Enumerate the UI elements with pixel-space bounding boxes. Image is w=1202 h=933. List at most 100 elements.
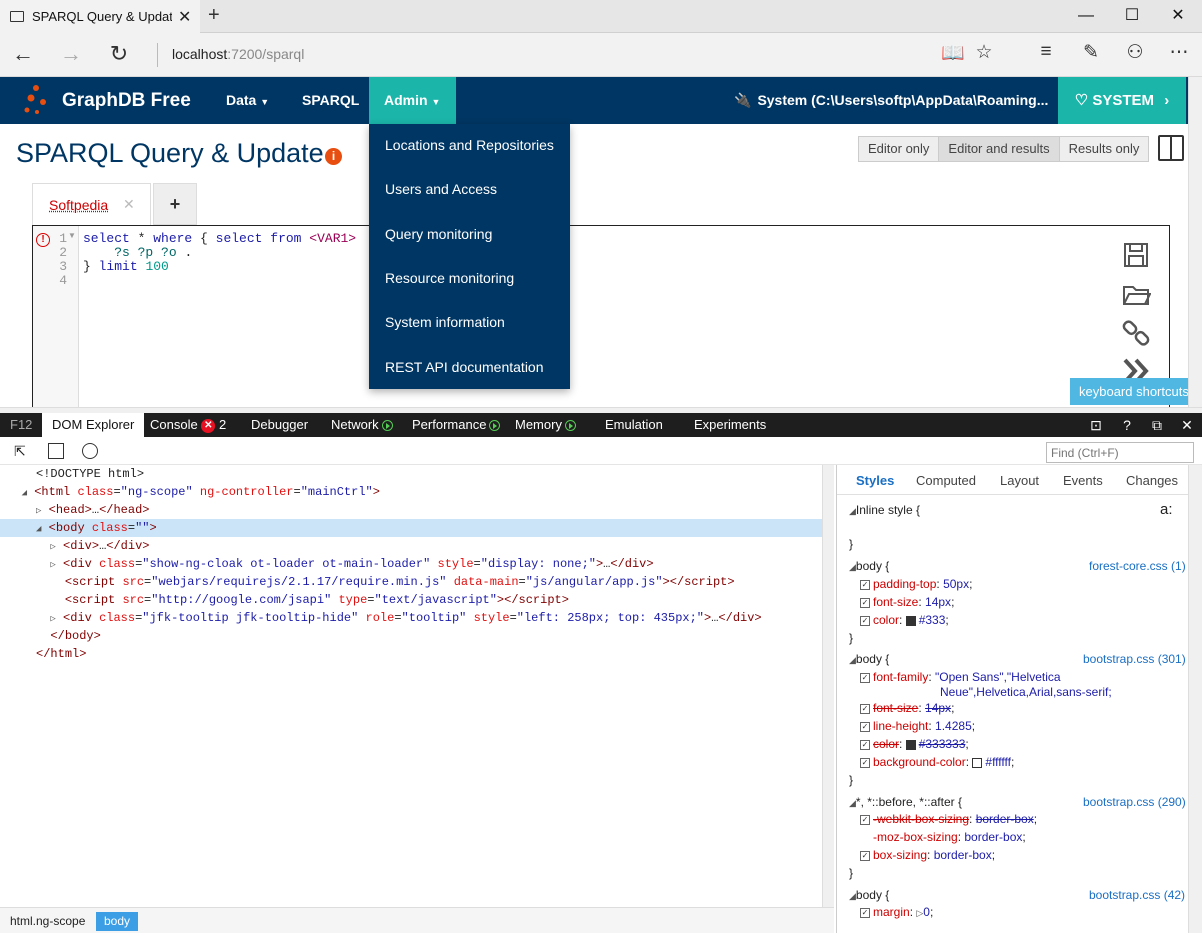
font-toggle-icon[interactable]: a:	[1160, 501, 1173, 518]
dom-node[interactable]: ▷ <div class="jfk-tooltip jfk-tooltip-hi…	[0, 609, 822, 627]
dom-node[interactable]: <script src="webjars/requirejs/2.1.17/re…	[0, 573, 822, 591]
browser-tab[interactable]: SPARQL Query & Updat ✕	[0, 0, 200, 33]
favorite-star-icon[interactable]: ☆	[969, 41, 999, 64]
tab-changes[interactable]: Changes	[1126, 473, 1178, 488]
editor-only-button[interactable]: Editor only	[859, 137, 940, 161]
tab-styles[interactable]: Styles	[856, 473, 894, 488]
menu-item-resource-monitoring[interactable]: Resource monitoring	[385, 270, 514, 286]
style-prop[interactable]: ✓ line-height: 1.4285;	[860, 719, 975, 733]
open-folder-icon[interactable]	[1121, 279, 1151, 309]
tab-console[interactable]: Console ✕ 2	[140, 413, 236, 437]
dom-node[interactable]: <script src="http://google.com/jsapi" ty…	[0, 591, 822, 609]
sparql-editor[interactable]: ! 1 ▼ 2 3 4 select * where { select from…	[32, 225, 1170, 407]
fold-arrow-icon[interactable]: ▼	[68, 231, 76, 240]
close-devtools-icon[interactable]: ✕	[1172, 413, 1202, 437]
web-note-icon[interactable]: ✎	[1076, 41, 1106, 64]
rule-selector[interactable]: ◢body {	[849, 652, 889, 666]
query-tab[interactable]: Softpedia ✕	[32, 183, 151, 225]
console-toggle-icon[interactable]: ⊡	[1081, 413, 1111, 437]
tab-layout[interactable]: Layout	[1000, 473, 1039, 488]
style-prop[interactable]: ✓ background-color: #ffffff;	[860, 755, 1014, 769]
dom-node-selected[interactable]: ◢ <body class="">	[0, 519, 822, 537]
page-scrollbar[interactable]	[1188, 77, 1202, 407]
tab-memory[interactable]: Memory	[505, 413, 586, 437]
brand-name[interactable]: GraphDB Free	[62, 90, 191, 112]
results-only-button[interactable]: Results only	[1059, 137, 1149, 161]
style-prop[interactable]: ✓ color: #333;	[860, 613, 949, 627]
menu-item-users[interactable]: Users and Access	[385, 181, 497, 197]
info-icon[interactable]: i	[325, 148, 342, 165]
more-icon[interactable]: ⋯	[1164, 41, 1194, 64]
rule-source[interactable]: bootstrap.css (290)	[1083, 795, 1186, 809]
nav-data[interactable]: Data ▼	[211, 77, 284, 124]
dom-node[interactable]: ▷ <div class="show-ng-cloak ot-loader ot…	[0, 555, 822, 573]
style-prop[interactable]: ✓ -webkit-box-sizing: border-box;	[860, 812, 1037, 826]
nav-admin[interactable]: Admin ▼	[369, 77, 456, 124]
menu-item-system-information[interactable]: System information	[385, 314, 505, 330]
url-field[interactable]: localhost:7200/sparql	[172, 46, 304, 62]
tab-network[interactable]: Network	[321, 413, 403, 437]
query-tab-name[interactable]: Softpedia	[49, 197, 108, 213]
rule-source[interactable]: forest-core.css (1)	[1089, 559, 1186, 573]
orientation-toggle-icon[interactable]	[1158, 135, 1184, 161]
editor-and-results-button[interactable]: Editor and results	[939, 137, 1060, 161]
repository-selector[interactable]: 🔌 System (C:\Users\softp\AppData\Roaming.…	[734, 77, 1048, 124]
dom-node[interactable]: ◢ <html class="ng-scope" ng-controller="…	[0, 483, 822, 501]
style-prop[interactable]: ✓ font-size: 14px;	[860, 595, 954, 609]
tab-dom-explorer[interactable]: DOM Explorer	[42, 413, 145, 437]
forward-icon[interactable]: →	[56, 41, 86, 67]
tab-computed[interactable]: Computed	[916, 473, 976, 488]
style-prop[interactable]: ✓ color: #333333;	[860, 737, 969, 751]
dom-node[interactable]: ▷ <head>…</head>	[0, 501, 822, 519]
nav-sparql[interactable]: SPARQL	[287, 77, 374, 124]
style-prop[interactable]: -moz-box-sizing: border-box;	[873, 830, 1026, 844]
new-tab-button[interactable]: +	[208, 4, 220, 27]
save-icon[interactable]	[1121, 240, 1151, 270]
reading-view-icon[interactable]: 📖	[938, 41, 968, 65]
tab-events[interactable]: Events	[1063, 473, 1103, 488]
menu-item-rest-api[interactable]: REST API documentation	[385, 359, 544, 375]
undock-icon[interactable]: ⧉	[1142, 413, 1172, 437]
dom-node[interactable]: </html>	[0, 645, 822, 663]
rule-selector[interactable]: ◢body {	[849, 888, 889, 902]
close-window-button[interactable]: ✕	[1155, 2, 1201, 30]
help-icon[interactable]: ?	[1112, 413, 1142, 437]
query-tab-close-icon[interactable]: ✕	[123, 196, 135, 213]
minimize-button[interactable]: —	[1063, 2, 1109, 30]
select-element-icon[interactable]: ⇱	[14, 443, 30, 459]
menu-item-query-monitoring[interactable]: Query monitoring	[385, 226, 492, 242]
style-prop[interactable]: ✓ font-size: 14px;	[860, 701, 954, 715]
style-prop[interactable]: ✓ font-family: "Open Sans","Helvetica	[860, 670, 1061, 684]
tab-experiments[interactable]: Experiments	[684, 413, 776, 437]
dom-node[interactable]: <!DOCTYPE html>	[0, 465, 822, 483]
tab-debugger[interactable]: Debugger	[241, 413, 318, 437]
maximize-button[interactable]: ☐	[1109, 2, 1155, 30]
add-query-tab-button[interactable]: +	[153, 183, 197, 225]
highlight-element-icon[interactable]	[48, 443, 64, 459]
share-icon[interactable]: ⚇	[1120, 41, 1150, 64]
style-prop[interactable]: ✓ margin: ▷0;	[860, 905, 933, 919]
rule-selector[interactable]: ◢body {	[849, 559, 889, 573]
rule-selector[interactable]: ◢*, *::before, *::after {	[849, 795, 962, 809]
crumb-html[interactable]: html.ng-scope	[2, 912, 93, 931]
find-input[interactable]	[1046, 442, 1194, 463]
dom-scrollbar[interactable]	[822, 465, 834, 907]
back-icon[interactable]: ←	[8, 41, 38, 67]
crumb-body[interactable]: body	[96, 912, 139, 931]
refresh-icon[interactable]: ↻	[104, 41, 134, 67]
link-icon[interactable]	[1121, 318, 1151, 348]
style-prop[interactable]: ✓ padding-top: 50px;	[860, 577, 972, 591]
tab-emulation[interactable]: Emulation	[595, 413, 673, 437]
system-button[interactable]: ♡ SYSTEM ›	[1058, 77, 1186, 124]
rule-source[interactable]: bootstrap.css (301)	[1083, 652, 1186, 666]
inline-style-rule[interactable]: ◢Inline style {	[849, 503, 920, 517]
rule-source[interactable]: bootstrap.css (42)	[1089, 888, 1185, 902]
hub-icon[interactable]: ≡	[1031, 41, 1061, 63]
color-picker-icon[interactable]	[82, 443, 98, 459]
styles-scrollbar[interactable]	[1188, 465, 1202, 933]
menu-item-locations[interactable]: Locations and Repositories	[385, 137, 554, 153]
dom-node[interactable]: ▷ <div>…</div>	[0, 537, 822, 555]
style-prop[interactable]: ✓ box-sizing: border-box;	[860, 848, 995, 862]
dom-node[interactable]: </body>	[0, 627, 822, 645]
keyboard-shortcuts-button[interactable]: keyboard shortcuts	[1070, 378, 1188, 405]
